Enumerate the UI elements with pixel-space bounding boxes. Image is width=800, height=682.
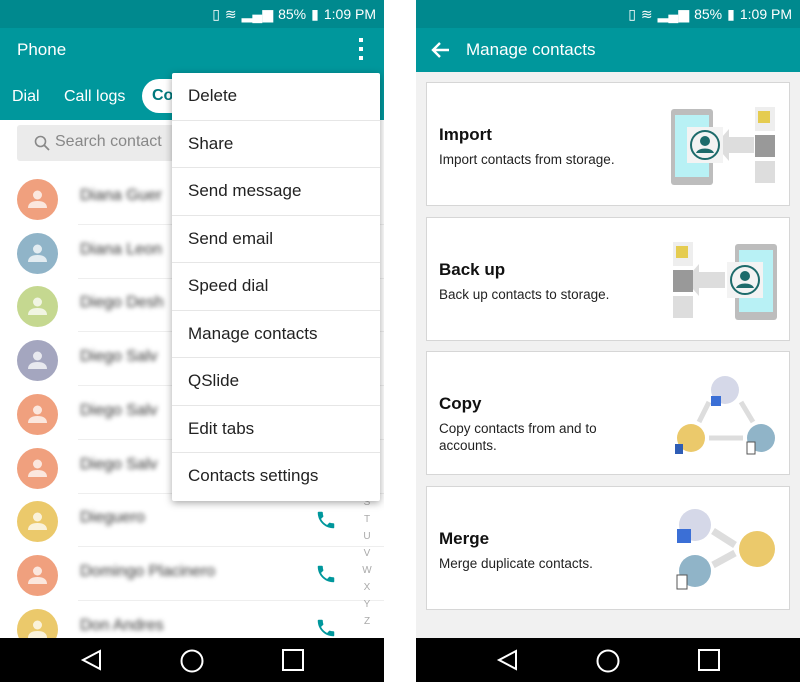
avatar — [17, 286, 58, 328]
menu-item-qslide[interactable]: QSlide — [172, 358, 380, 406]
contact-name: Diego Salv — [80, 455, 158, 473]
copy-illustration-icon — [675, 376, 775, 455]
battery-icon: ▮ — [311, 5, 319, 22]
contact-name: Diego Desh — [80, 294, 164, 312]
menu-item-contacts-settings[interactable]: Contacts settings — [172, 453, 380, 501]
menu-item-delete[interactable]: Delete — [172, 73, 380, 121]
contact-row[interactable]: Domingo Placinero — [0, 547, 384, 601]
card-title: Copy — [439, 394, 482, 413]
menu-item-speed-dial[interactable]: Speed dial — [172, 263, 380, 311]
avatar — [17, 232, 58, 274]
signal-icon: ▂▄▆ — [241, 5, 274, 22]
avatar — [17, 554, 58, 596]
card-title: Back up — [439, 259, 506, 279]
menu-item-send-message[interactable]: Send message — [172, 168, 380, 216]
status-bar: ▯ ≋ ▂▄▆ 85% ▮ 1:09 PM — [416, 0, 800, 28]
menu-item-share[interactable]: Share — [172, 121, 380, 168]
avatar — [17, 179, 58, 220]
vibrate-icon: ▯ — [212, 5, 220, 22]
card-copy[interactable]: Copy Copy contacts from and to accounts. — [426, 351, 790, 475]
page-title: Manage contacts — [466, 40, 596, 59]
index-letter[interactable]: V — [361, 545, 373, 562]
manage-contacts-screen: ▯ ≋ ▂▄▆ 85% ▮ 1:09 PM Manage contacts Im… — [416, 0, 800, 682]
card-title: Import — [439, 125, 492, 144]
avatar — [17, 393, 58, 435]
index-letter[interactable]: X — [361, 579, 373, 596]
contact-name: Diana Guer — [80, 187, 162, 204]
menu-item-send-email[interactable]: Send email — [172, 216, 380, 263]
app-title: Phone — [17, 40, 67, 59]
phone-contacts-screen: ▯ ≋ ▂▄▆ 85% ▮ 1:09 PM Phone Dial Call lo… — [0, 0, 384, 682]
index-letter[interactable]: Y — [361, 596, 373, 613]
app-bar: Manage contacts — [416, 28, 800, 72]
back-icon[interactable] — [496, 649, 518, 676]
search-placeholder: Search contact — [55, 133, 162, 150]
card-description: Copy contacts from and to accounts. — [439, 421, 597, 453]
avatar — [17, 447, 58, 489]
clock: 1:09 PM — [323, 6, 376, 22]
index-letter[interactable]: T — [361, 511, 373, 528]
recents-icon[interactable] — [282, 649, 304, 676]
contact-name: Diana Leon — [80, 240, 162, 258]
home-icon[interactable] — [596, 649, 620, 678]
merge-illustration-icon — [676, 508, 775, 589]
home-icon[interactable] — [180, 649, 204, 678]
search-icon — [34, 135, 50, 151]
contact-name: Domingo Placinero — [80, 562, 216, 580]
navigation-bar — [0, 638, 384, 682]
wifi-icon: ≋ — [224, 5, 237, 22]
card-description: Back up contacts to storage. — [439, 286, 610, 302]
battery-icon: ▮ — [727, 5, 735, 22]
back-arrow-icon[interactable] — [430, 41, 450, 59]
contact-name: Don Andres — [80, 616, 164, 634]
signal-icon: ▂▄▆ — [657, 5, 690, 22]
backup-illustration-icon — [673, 241, 777, 320]
tab-call-logs[interactable]: Call logs — [64, 88, 125, 106]
card-title: Merge — [439, 528, 490, 548]
wifi-icon: ≋ — [640, 5, 653, 22]
index-letter[interactable]: Z — [361, 613, 373, 630]
vibrate-icon: ▯ — [628, 5, 636, 22]
alphabet-index[interactable]: STUVWXYZ — [361, 494, 373, 630]
contact-name: Dieguero — [80, 509, 145, 527]
card-description: Merge duplicate contacts. — [439, 555, 593, 571]
call-icon[interactable] — [315, 509, 337, 536]
back-icon[interactable] — [80, 649, 102, 676]
card-description: Import contacts from storage. — [439, 152, 615, 167]
contact-row[interactable]: Dieguero — [0, 493, 384, 548]
tab-dial[interactable]: Dial — [12, 88, 40, 106]
card-import[interactable]: Import Import contacts from storage. — [426, 82, 790, 206]
recents-icon[interactable] — [698, 649, 720, 676]
index-letter[interactable]: U — [361, 528, 373, 545]
status-bar: ▯ ≋ ▂▄▆ 85% ▮ 1:09 PM — [0, 0, 384, 28]
navigation-bar — [416, 638, 800, 682]
import-illustration-icon — [671, 107, 775, 185]
avatar — [17, 340, 58, 382]
menu-item-manage-contacts[interactable]: Manage contacts — [172, 311, 380, 358]
index-letter[interactable]: W — [361, 562, 373, 579]
more-options-icon[interactable] — [358, 38, 364, 60]
menu-item-edit-tabs[interactable]: Edit tabs — [172, 406, 380, 453]
battery-percent: 85% — [278, 6, 307, 22]
app-bar: Phone — [0, 28, 384, 72]
clock: 1:09 PM — [739, 6, 792, 22]
card-back-up[interactable]: Back up Back up contacts to storage. — [426, 216, 790, 341]
call-icon[interactable] — [315, 563, 337, 590]
contact-name: Diego Salv — [80, 348, 158, 366]
battery-percent: 85% — [694, 6, 723, 22]
card-merge[interactable]: Merge Merge duplicate contacts. — [426, 485, 790, 610]
avatar — [17, 501, 58, 543]
contact-name: Diego Salv — [80, 401, 158, 419]
overflow-menu: Delete Share Send message Send email Speed d… — [172, 73, 380, 501]
